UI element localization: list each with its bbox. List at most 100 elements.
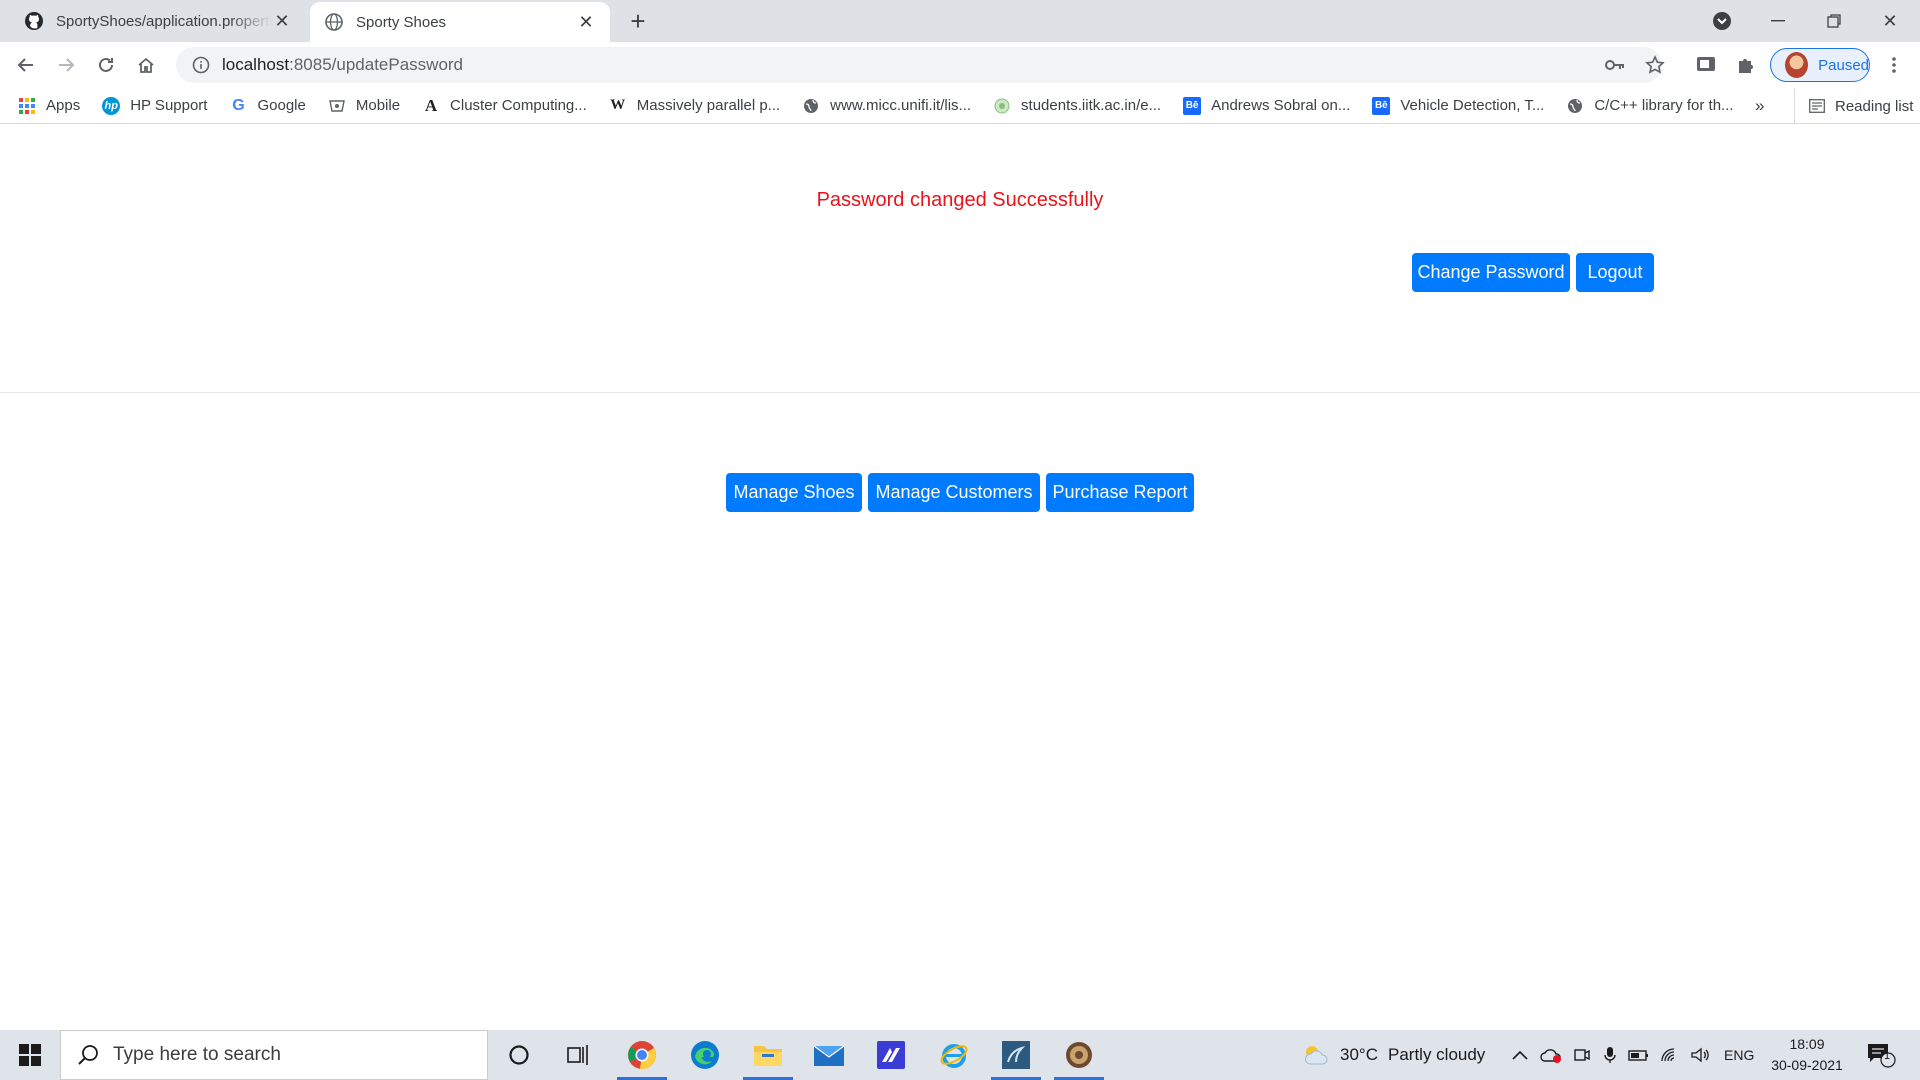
url-path: :8085/updatePassword [289, 55, 464, 74]
bookmark-apps[interactable]: Apps [18, 97, 80, 115]
taskbar-search-box[interactable]: Type here to search [60, 1030, 488, 1080]
bookmark-label: Massively parallel p... [636, 97, 781, 114]
visual-studio-icon[interactable] [862, 1030, 920, 1080]
home-icon[interactable] [130, 49, 162, 81]
volume-icon[interactable] [1690, 1030, 1710, 1080]
bookmark-cluster-computing[interactable]: A Cluster Computing... [422, 95, 587, 115]
manage-customers-button[interactable]: Manage Customers [868, 473, 1040, 512]
cortana-icon[interactable] [490, 1030, 548, 1080]
bookmark-cpp-library[interactable]: C/C++ library for th... [1566, 97, 1734, 115]
key-icon[interactable] [1598, 47, 1632, 83]
hp-icon: hp [102, 96, 121, 115]
windows-taskbar: Type here to search 30°C Partly cloudy E… [0, 1030, 1920, 1080]
close-window-icon[interactable]: ✕ [1862, 0, 1918, 42]
microphone-icon[interactable] [1604, 1030, 1616, 1080]
bookmark-iitk[interactable]: students.iitk.ac.in/e... [993, 97, 1161, 115]
tab-github[interactable]: SportyShoes/application.properties ✕ [10, 0, 306, 42]
bookmark-star-icon[interactable] [1638, 47, 1672, 83]
clock-time: 18:09 [1789, 1036, 1825, 1052]
minimize-icon[interactable] [1750, 0, 1806, 42]
bookmark-micc[interactable]: www.micc.unifi.it/lis... [802, 97, 971, 115]
app-emblem-icon[interactable] [1050, 1030, 1108, 1080]
bookmark-mobile[interactable]: Mobile [328, 97, 400, 115]
browser-menu-icon[interactable] [1878, 49, 1910, 81]
google-icon: G [232, 96, 245, 114]
bookmark-label: students.iitk.ac.in/e... [1021, 97, 1162, 114]
search-icon [77, 1044, 99, 1066]
avatar [1785, 52, 1809, 78]
partly-cloudy-icon [1302, 1044, 1330, 1066]
meet-now-icon[interactable] [1574, 1030, 1590, 1080]
globe-icon [1566, 97, 1584, 115]
weather-temperature: 30°C [1340, 1045, 1378, 1064]
bookmarks-overflow-chevron-icon[interactable]: » [1755, 88, 1764, 124]
weather-widget[interactable]: 30°C Partly cloudy [1302, 1030, 1485, 1080]
weather-condition: Partly cloudy [1387, 1045, 1486, 1064]
bookmarks-bar: Apps hp HP Support G Google Mobile A Clu… [0, 88, 1920, 124]
bookmark-label: Vehicle Detection, T... [1400, 97, 1545, 114]
restore-icon[interactable] [1806, 0, 1862, 42]
profile-button[interactable]: Paused [1770, 48, 1870, 82]
forward-icon[interactable] [50, 49, 82, 81]
show-hidden-icons-chevron-icon[interactable] [1512, 1030, 1528, 1080]
status-message: Password changed Successfully [816, 189, 1104, 211]
edge-icon[interactable] [676, 1030, 734, 1080]
url-text: localhost:8085/updatePassword [222, 55, 463, 75]
behance-icon: Bē [1183, 96, 1202, 115]
notification-center-icon[interactable]: 1 [1866, 1030, 1896, 1080]
purchase-report-button[interactable]: Purchase Report [1046, 473, 1194, 512]
manage-shoes-button[interactable]: Manage Shoes [726, 473, 862, 512]
divider [0, 392, 1920, 393]
behance-icon: Bē [1372, 96, 1391, 115]
close-tab-icon[interactable]: ✕ [272, 11, 292, 31]
extensions-puzzle-icon[interactable] [1730, 49, 1762, 81]
battery-icon[interactable] [1628, 1030, 1650, 1080]
globe-icon [324, 12, 344, 32]
bookmark-google[interactable]: G Google [229, 96, 306, 115]
bookmark-andrews-sobral[interactable]: Bē Andrews Sobral on... [1183, 96, 1351, 115]
address-bar[interactable]: localhost:8085/updatePassword [176, 47, 1665, 83]
internet-explorer-icon[interactable] [925, 1030, 983, 1080]
site-info-icon[interactable] [184, 47, 218, 83]
mysql-workbench-icon[interactable] [987, 1030, 1045, 1080]
onedrive-error-icon[interactable] [1540, 1030, 1562, 1080]
reading-list-label: Reading list [1835, 97, 1914, 115]
tab-sporty-shoes[interactable]: Sporty Shoes ✕ [310, 2, 610, 42]
tab-search-icon[interactable] [1694, 0, 1750, 42]
a-letter-icon: A [424, 95, 438, 115]
back-icon[interactable] [10, 49, 42, 81]
clock-date: 30-09-2021 [1771, 1057, 1843, 1073]
bookmark-massively-parallel[interactable]: W Massively parallel p... [609, 97, 780, 115]
wifi-icon[interactable] [1660, 1030, 1680, 1080]
chrome-icon[interactable] [613, 1030, 671, 1080]
profile-status: Paused [1818, 56, 1869, 74]
change-password-button[interactable]: Change Password [1412, 253, 1570, 292]
bookmark-hp-support[interactable]: hp HP Support [102, 96, 208, 115]
bookmark-label: Mobile [355, 97, 401, 114]
bookmark-label: Cluster Computing... [450, 97, 587, 114]
page-content: Password changed Successfully Change Pas… [0, 125, 1920, 1030]
bookmark-label: HP Support [130, 97, 208, 114]
file-explorer-icon[interactable] [739, 1030, 797, 1080]
search-placeholder: Type here to search [113, 1044, 281, 1065]
mail-icon[interactable] [800, 1030, 858, 1080]
logout-button[interactable]: Logout [1576, 253, 1654, 292]
tab-title: SportyShoes/application.properties [56, 12, 272, 30]
mobile-icon [328, 97, 346, 115]
input-language[interactable]: ENG [1724, 1030, 1754, 1080]
notification-count: 1 [1884, 1050, 1891, 1062]
github-icon [24, 11, 44, 31]
task-view-icon[interactable] [550, 1030, 608, 1080]
apps-grid-icon [18, 97, 36, 115]
bookmark-label: Andrews Sobral on... [1211, 97, 1351, 114]
media-router-icon[interactable] [1690, 49, 1722, 81]
globe-icon [802, 97, 820, 115]
reading-list-icon [1809, 99, 1825, 113]
bookmark-vehicle-detection[interactable]: Bē Vehicle Detection, T... [1372, 96, 1545, 115]
new-tab-icon[interactable]: + [624, 8, 652, 36]
reload-icon[interactable] [90, 49, 122, 81]
taskbar-clock[interactable]: 18:09 30-09-2021 [1762, 1034, 1852, 1076]
reading-list-button[interactable]: Reading list [1794, 88, 1913, 124]
close-tab-icon[interactable]: ✕ [576, 12, 596, 32]
windows-start-icon[interactable] [0, 1030, 60, 1080]
